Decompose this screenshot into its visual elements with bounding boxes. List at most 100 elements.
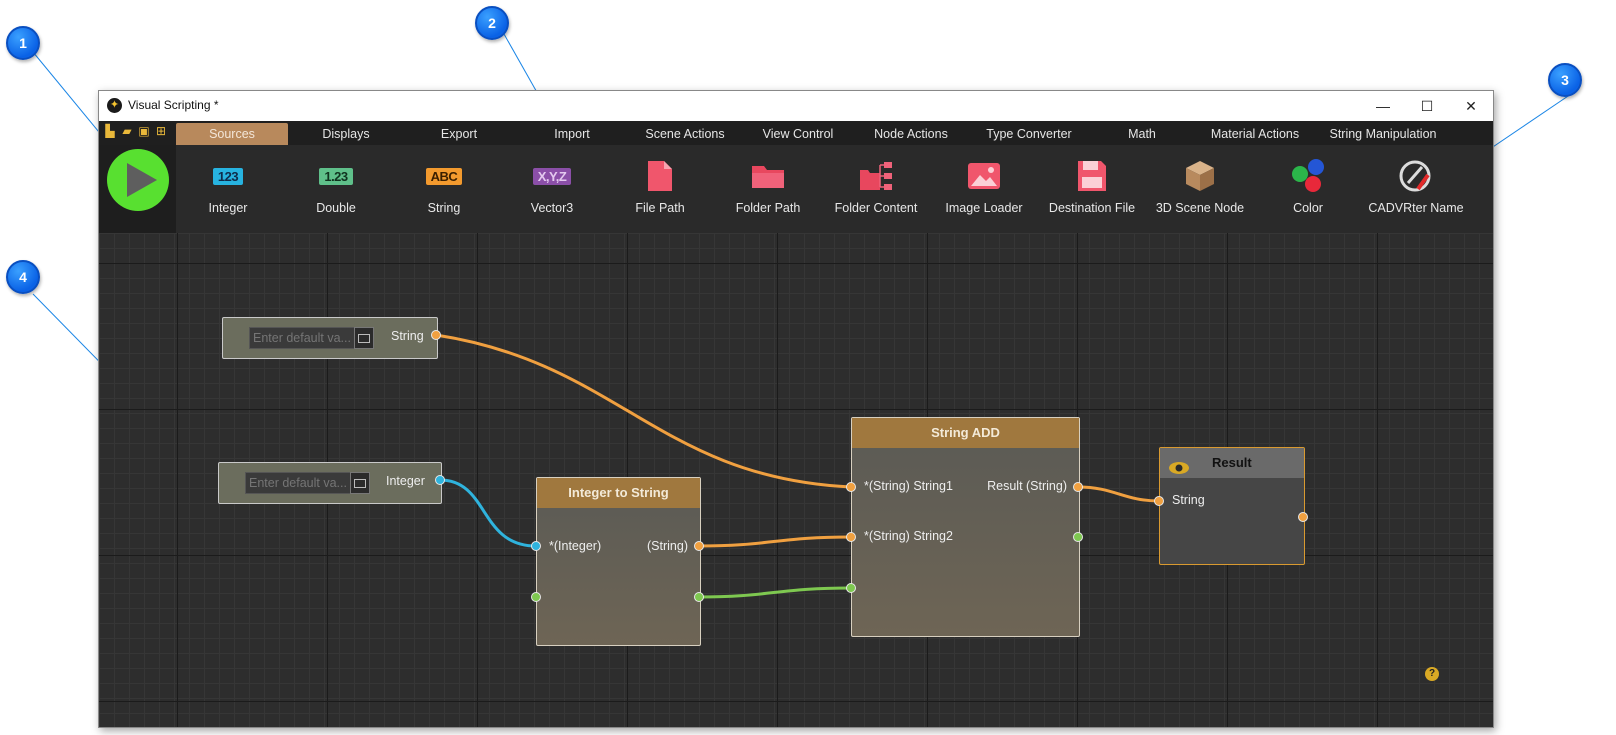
add-exec-out-port[interactable] xyxy=(1073,532,1083,542)
play-icon xyxy=(127,163,157,197)
tool-vector3[interactable]: X,Y,Z Vector3 xyxy=(500,145,604,233)
tool-integer[interactable]: 123 Integer xyxy=(176,145,280,233)
integer-default-input[interactable] xyxy=(245,472,353,494)
file-actions: ▙ ▰ ▣ ⊞ xyxy=(103,124,168,138)
result-input-port[interactable] xyxy=(1154,496,1164,506)
add-exec-in-port[interactable] xyxy=(846,583,856,593)
help-icon[interactable]: ? xyxy=(1425,667,1439,681)
minimize-button[interactable]: — xyxy=(1361,91,1405,121)
converter-output-port[interactable] xyxy=(694,541,704,551)
result-header: Result xyxy=(1160,448,1304,478)
pin-string2-label: *(String) String2 xyxy=(864,529,953,543)
integer-editor-button[interactable] xyxy=(350,472,370,494)
tool-label: String xyxy=(427,201,461,215)
tool-cadvrter-name[interactable]: CADVRter Name xyxy=(1364,145,1468,233)
close-button[interactable]: ✕ xyxy=(1449,91,1493,121)
folder-icon xyxy=(752,166,784,188)
result-display-node[interactable]: Result String xyxy=(1159,447,1305,565)
tool-destination-file[interactable]: Destination File xyxy=(1040,145,1144,233)
converter-exec-out-port[interactable] xyxy=(694,592,704,602)
node-title: Result xyxy=(1212,455,1252,470)
wire-integer-to-converter xyxy=(439,478,537,548)
string-editor-button[interactable] xyxy=(354,327,374,349)
save-icon[interactable]: ▣ xyxy=(137,124,151,138)
pin-string-output-label: (String) xyxy=(647,539,688,553)
image-icon xyxy=(968,163,1000,189)
tool-3d-scene-node[interactable]: 3D Scene Node xyxy=(1148,145,1252,233)
tab-sources[interactable]: Sources xyxy=(176,123,288,145)
visual-scripting-window: ✦ Visual Scripting * — ☐ ✕ ▙ ▰ ▣ ⊞ Sourc… xyxy=(98,90,1494,728)
tab-import[interactable]: Import xyxy=(517,123,627,145)
file-icon xyxy=(648,161,672,191)
tab-string-manipulation[interactable]: String Manipulation xyxy=(1318,123,1448,145)
tab-material-actions[interactable]: Material Actions xyxy=(1195,123,1315,145)
string-source-node[interactable]: String xyxy=(222,317,438,359)
app-logo-icon: ✦ xyxy=(107,98,122,113)
tool-double[interactable]: 1.23 Double xyxy=(284,145,388,233)
tool-image-loader[interactable]: Image Loader xyxy=(932,145,1036,233)
converter-input-port[interactable] xyxy=(531,541,541,551)
wire-converter-to-string2 xyxy=(698,535,852,548)
integer-icon: 123 xyxy=(212,167,244,185)
pin-result-label: Result (String) xyxy=(987,479,1067,493)
tool-color[interactable]: Color xyxy=(1256,145,1360,233)
tab-export[interactable]: Export xyxy=(404,123,514,145)
string-icon: ABC xyxy=(425,167,463,185)
converter-exec-in-port[interactable] xyxy=(531,592,541,602)
pin-integer-input-label: *(Integer) xyxy=(549,539,602,553)
tool-label: Double xyxy=(316,201,356,215)
tool-folder-content[interactable]: Folder Content xyxy=(824,145,928,233)
tool-label: Vector3 xyxy=(530,201,574,215)
folder-tree-icon xyxy=(860,162,892,190)
integer-source-node[interactable]: Integer xyxy=(218,462,442,504)
pin-string1-label: *(String) String1 xyxy=(864,479,953,493)
run-button[interactable] xyxy=(107,149,169,211)
cadvrter-logo-icon xyxy=(1399,160,1431,192)
node-graph-canvas[interactable]: String Integer Integer to String *(Integ… xyxy=(99,233,1493,727)
tool-label: Image Loader xyxy=(945,201,1023,215)
add-string1-port[interactable] xyxy=(846,482,856,492)
pin-string-input-label: String xyxy=(1172,493,1205,507)
string-default-input[interactable] xyxy=(249,327,357,349)
string-output-port[interactable] xyxy=(431,330,441,340)
string-add-node[interactable]: String ADD *(String) String1 Result (Str… xyxy=(851,417,1080,637)
source-node-palette: 123 Integer 1.23 Double ABC String X,Y,Z… xyxy=(176,145,1493,233)
tool-folder-path[interactable]: Folder Path xyxy=(716,145,820,233)
toolbar: 123 Integer 1.23 Double ABC String X,Y,Z… xyxy=(99,145,1493,233)
add-result-port[interactable] xyxy=(1073,482,1083,492)
tool-string[interactable]: ABC String xyxy=(392,145,496,233)
title-bar: ✦ Visual Scripting * — ☐ ✕ xyxy=(99,91,1493,121)
new-file-icon[interactable]: ▙ xyxy=(103,124,117,138)
cube-icon xyxy=(1186,161,1214,191)
tab-displays[interactable]: Displays xyxy=(291,123,401,145)
tool-label: Color xyxy=(1293,201,1323,215)
callout-4: 4 xyxy=(6,260,40,294)
tool-label: File Path xyxy=(635,201,685,215)
eye-icon[interactable] xyxy=(1168,456,1190,486)
terminal-icon xyxy=(354,478,366,488)
string-output-label: String xyxy=(391,329,424,343)
tab-math[interactable]: Math xyxy=(1092,123,1192,145)
wire-string-to-string1 xyxy=(435,333,852,489)
tab-type-converter[interactable]: Type Converter xyxy=(969,123,1089,145)
tab-scene-actions[interactable]: Scene Actions xyxy=(630,123,740,145)
tab-node-actions[interactable]: Node Actions xyxy=(856,123,966,145)
maximize-button[interactable]: ☐ xyxy=(1405,91,1449,121)
callout-3: 3 xyxy=(1548,63,1582,97)
integer-to-string-node[interactable]: Integer to String *(Integer) (String) xyxy=(536,477,701,646)
result-output-port[interactable] xyxy=(1298,512,1308,522)
add-string2-port[interactable] xyxy=(846,532,856,542)
tab-view-control[interactable]: View Control xyxy=(743,123,853,145)
integer-output-label: Integer xyxy=(386,474,425,488)
save-as-icon[interactable]: ⊞ xyxy=(154,124,168,138)
save-disk-icon xyxy=(1078,161,1106,191)
tool-label: Folder Path xyxy=(735,201,801,215)
tool-label: Folder Content xyxy=(834,201,918,215)
open-folder-icon[interactable]: ▰ xyxy=(120,124,134,138)
tool-label: Integer xyxy=(208,201,248,215)
tool-file-path[interactable]: File Path xyxy=(608,145,712,233)
callout-1: 1 xyxy=(6,26,40,60)
vector3-icon: X,Y,Z xyxy=(532,167,572,185)
integer-output-port[interactable] xyxy=(435,475,445,485)
node-title: Integer to String xyxy=(537,478,700,508)
